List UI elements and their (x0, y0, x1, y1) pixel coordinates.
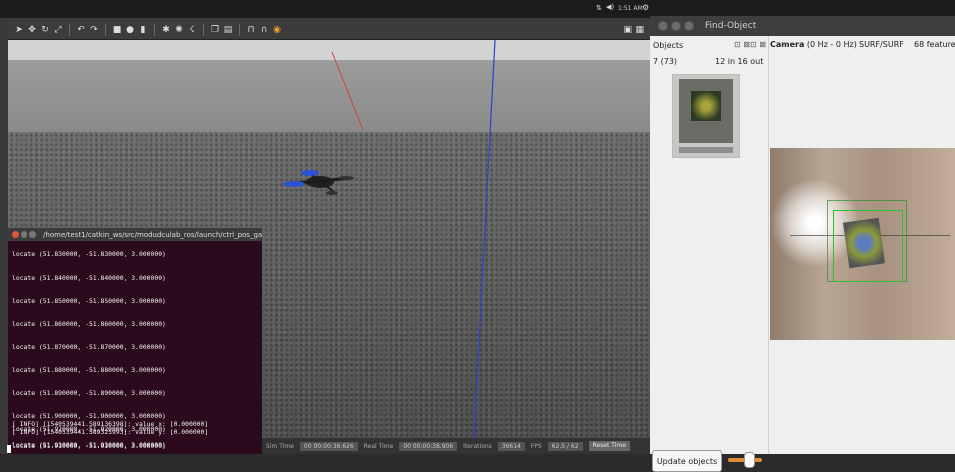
objects-count: 7 (73) (653, 57, 678, 66)
objects-in-out: 12 in 16 out (715, 57, 764, 66)
sim-time-value: 00 00:00:36.626 (299, 441, 358, 451)
find-object-window: Find-Object Objects ⊡ ⊠ 7 (73) 12 in 16 … (650, 0, 955, 472)
maximize-icon[interactable] (684, 21, 694, 31)
iterations-label: Iterations (463, 442, 492, 450)
point-light-icon[interactable]: ✱ (161, 25, 171, 35)
spot-light-icon[interactable]: ✺ (174, 25, 184, 35)
terminal-line: locate (51.870000, -51.870000, 3.000000) (12, 343, 166, 351)
terminal-line: locate (51.850000, -51.850000, 3.000000) (12, 297, 166, 305)
copy-icon[interactable]: ❐ (210, 25, 220, 35)
toolbar-divider (154, 23, 155, 36)
feature-count: 68 feature (914, 40, 955, 49)
volume-icon[interactable]: ◀) (606, 3, 614, 11)
object-image (679, 79, 733, 143)
update-objects-button[interactable]: Update objects (652, 450, 722, 472)
terminal-line: locate (51.920000, -51.920000, 3.000000) (12, 425, 166, 433)
cylinder-shape-icon[interactable]: ▮ (138, 25, 148, 35)
feature-method: SURF/SURF (859, 40, 904, 49)
top-panel-extension (650, 0, 955, 16)
detection-box (833, 210, 903, 282)
maximize-icon[interactable] (29, 231, 37, 238)
terminal-line: locate (51.930000, -51.930000, 3.000000) (12, 441, 166, 449)
find-object-titlebar[interactable]: Find-Object (650, 16, 955, 36)
toolbar-divider (203, 23, 204, 36)
network-icon[interactable]: ⇅ (596, 4, 602, 12)
reset-time-button[interactable]: Reset Time (588, 441, 630, 451)
threshold-slider-handle[interactable] (744, 452, 755, 468)
gazebo-status-bar: Sim Time 00 00:00:36.626 Real Time 00 00… (260, 438, 650, 454)
camera-view[interactable] (770, 148, 955, 340)
align-icon[interactable]: ⊓ (246, 25, 256, 35)
minimize-icon[interactable] (20, 231, 28, 238)
terminal-line: locate (51.840000, -51.840000, 3.000000) (12, 274, 166, 282)
real-time-label: Real Time (363, 442, 394, 450)
window-title: Find-Object (705, 21, 757, 31)
rotate-icon[interactable]: ↻ (40, 25, 50, 35)
close-icon[interactable] (658, 21, 668, 31)
close-icon[interactable] (12, 231, 19, 238)
circuit-board-image (691, 91, 721, 121)
thumbnail-toolbar (679, 147, 733, 153)
snap-icon[interactable]: ∩ (259, 25, 269, 35)
toolbar-divider (105, 23, 106, 36)
paste-icon[interactable]: ▤ (223, 25, 233, 35)
iterations-value: 36614 (497, 441, 525, 451)
translate-icon[interactable]: ✥ (27, 25, 37, 35)
sphere-shape-icon[interactable]: ● (125, 25, 135, 35)
terminal-cursor (7, 445, 11, 453)
clock[interactable]: 1:51 AM (618, 5, 643, 12)
toolbar-divider (239, 23, 240, 36)
terminal-window[interactable]: /home/test1/catkin_ws/src/modudculab_ros… (8, 228, 262, 454)
minimize-icon[interactable] (671, 21, 681, 31)
objects-panel: Objects ⊡ ⊠ 7 (73) 12 in 16 out Update o… (650, 36, 769, 472)
undo-icon[interactable]: ↶ (76, 25, 86, 35)
quadcopter-model[interactable] (283, 170, 354, 195)
record-icon[interactable]: ▦ (635, 25, 644, 35)
terminal-title: /home/test1/catkin_ws/src/modudculab_ros… (43, 230, 262, 239)
top-panel: ⇅ ◀) 1:51 AM ⚙ (0, 0, 650, 18)
select-arrow-icon[interactable]: ➤ (14, 25, 24, 35)
screenshot-icon[interactable]: ▣ (623, 25, 632, 35)
fps-value: 62.5 / 62 (547, 441, 583, 451)
directional-light-icon[interactable]: ☇ (187, 25, 197, 35)
panel-float-close-icon[interactable]: ⊡ ⊠ (750, 40, 766, 49)
z-axis-line (473, 40, 496, 438)
gazebo-toolbar: ➤ ✥ ↻ ⤢ ↶ ↷ ■ ● ▮ ✱ ✺ ☇ ❐ ▤ ⊓ ∩ ◉ ▣ ▦ (8, 20, 650, 40)
panel-float-close-icon[interactable]: ⊡ ⊠ (734, 40, 750, 49)
toolbar-divider (69, 23, 70, 36)
scale-icon[interactable]: ⤢ (53, 25, 63, 35)
change-view-icon[interactable]: ◉ (272, 25, 282, 35)
terminal-output[interactable]: locate (51.830000, -51.830000, 3.000000)… (8, 242, 262, 454)
x-axis-line (331, 51, 364, 131)
terminal-titlebar[interactable]: /home/test1/catkin_ws/src/modudculab_ros… (8, 228, 262, 241)
camera-rate: (0 Hz - 0 Hz) (806, 40, 857, 49)
sim-time-label: Sim Time (266, 442, 294, 450)
fps-label: FPS (530, 442, 542, 450)
terminal-line: locate (51.890000, -51.890000, 3.000000) (12, 389, 166, 397)
settings-gear-icon[interactable]: ⚙ (642, 3, 649, 12)
terminal-line: locate (51.900000, -51.900000, 3.000000) (12, 412, 166, 420)
redo-icon[interactable]: ↷ (89, 25, 99, 35)
terminal-line: locate (51.860000, -51.860000, 3.000000) (12, 320, 166, 328)
object-thumbnail[interactable] (672, 74, 740, 158)
camera-header: Camera (0 Hz - 0 Hz) (770, 40, 857, 49)
objects-label: Objects (653, 41, 684, 50)
terminal-line: locate (51.880000, -51.880000, 3.000000) (12, 366, 166, 374)
terminal-line: locate (51.830000, -51.830000, 3.000000) (12, 250, 166, 258)
real-time-value: 00 00:00:38.906 (399, 441, 458, 451)
box-shape-icon[interactable]: ■ (112, 25, 122, 35)
camera-label: Camera (770, 40, 805, 49)
